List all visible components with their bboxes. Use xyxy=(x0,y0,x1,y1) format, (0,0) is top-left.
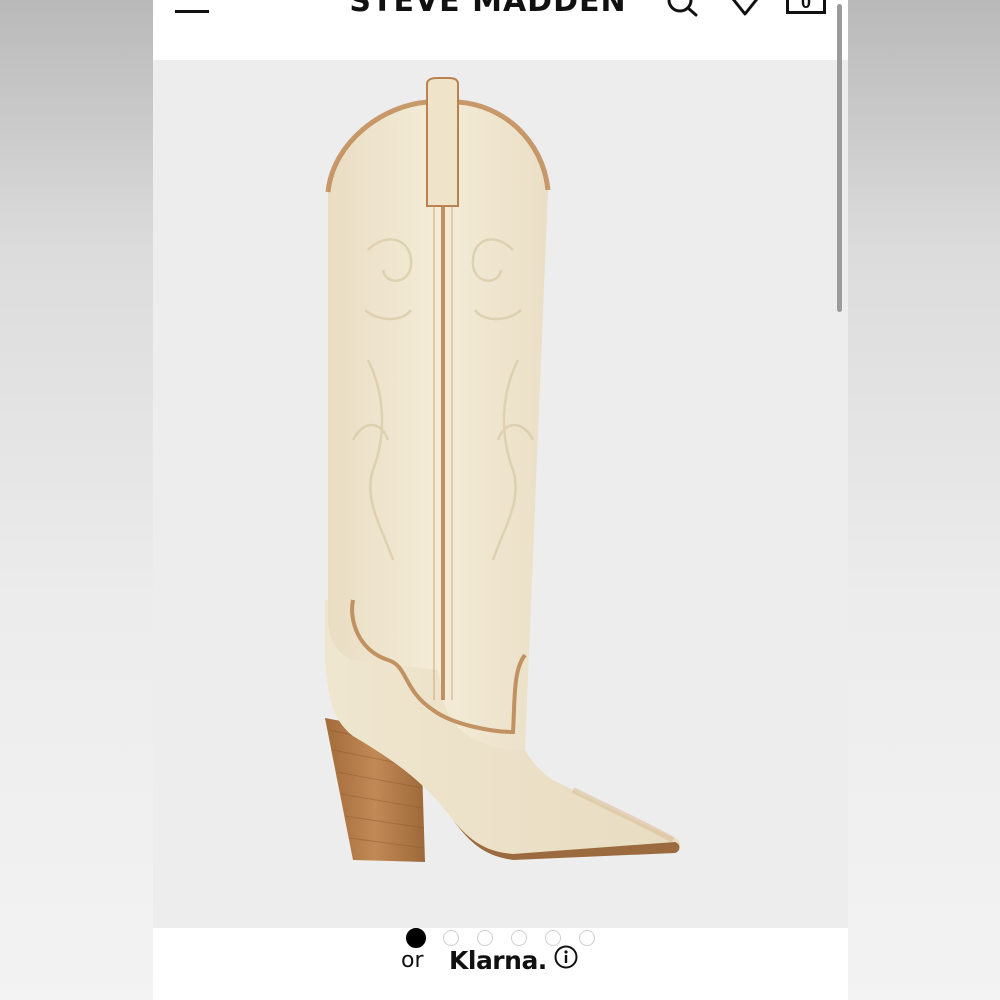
boot-image xyxy=(325,77,681,862)
phone-screen: STEVE MADDEN 0 or Klarna. xyxy=(153,0,848,1000)
search-icon[interactable] xyxy=(665,0,701,18)
site-header: STEVE MADDEN 0 xyxy=(153,0,848,60)
hamburger-menu-icon[interactable] xyxy=(175,0,211,20)
or-label: or xyxy=(401,948,424,973)
product-image[interactable] xyxy=(153,60,848,928)
right-blurred-margin xyxy=(848,0,1000,1000)
klarna-logo: Klarna. xyxy=(449,946,547,975)
scrollbar[interactable] xyxy=(837,4,842,312)
shopping-bag-icon[interactable]: 0 xyxy=(786,0,826,14)
info-icon[interactable] xyxy=(554,945,578,969)
boot-pull-tab xyxy=(426,77,459,207)
heart-icon[interactable] xyxy=(725,0,765,18)
brand-logo[interactable]: STEVE MADDEN xyxy=(343,0,633,19)
left-blurred-margin xyxy=(0,0,153,1000)
bag-count: 0 xyxy=(800,0,811,12)
klarna-payment-row: or Klarna. xyxy=(401,940,701,980)
